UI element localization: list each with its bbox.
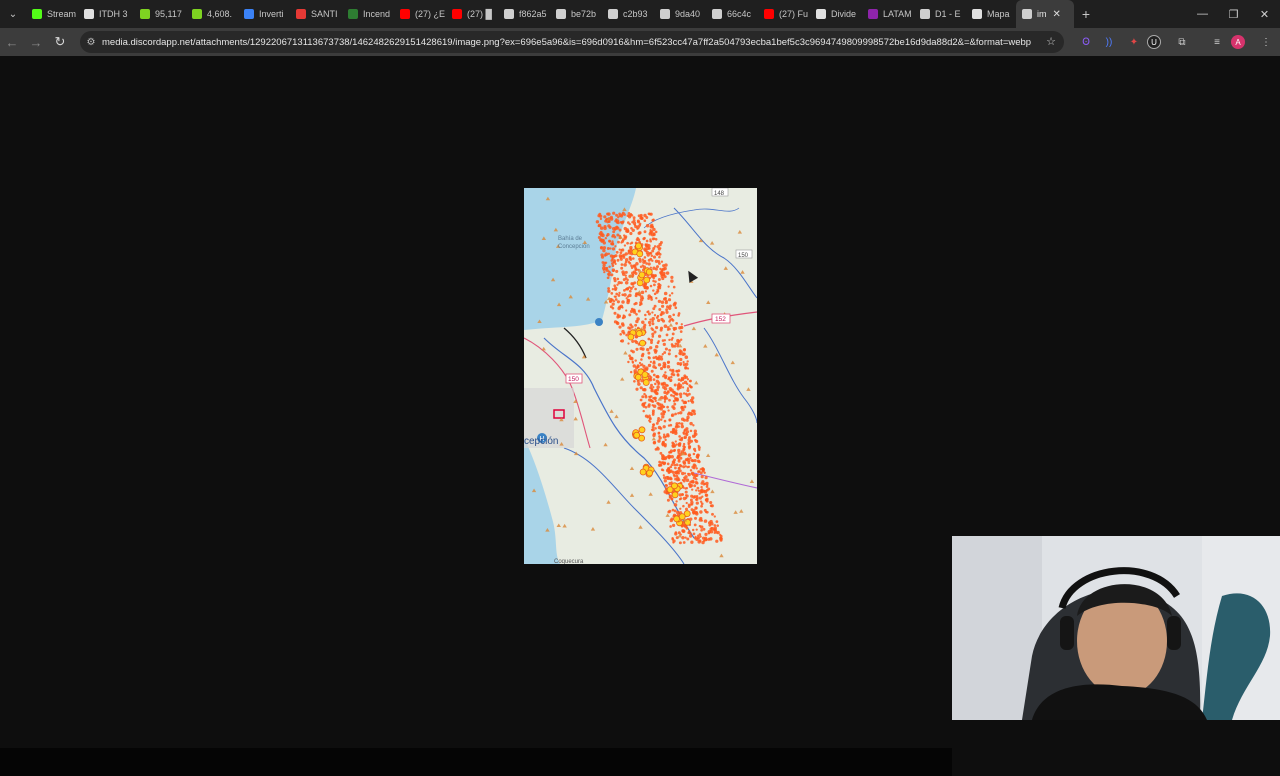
close-tab-icon[interactable]: ✕ bbox=[1053, 9, 1061, 20]
globe-icon bbox=[660, 9, 670, 19]
road-shield-150: 150 bbox=[565, 373, 583, 384]
profile-avatar[interactable]: A bbox=[1231, 35, 1245, 49]
globe-icon bbox=[608, 9, 618, 19]
address-url[interactable]: media.discordapp.net/attachments/1292206… bbox=[102, 37, 1032, 48]
tradingview-icon bbox=[972, 9, 982, 19]
tab-label: D1 - E bbox=[935, 9, 961, 19]
minimize-button[interactable]: — bbox=[1187, 0, 1218, 28]
youtube-icon bbox=[452, 9, 462, 19]
tab-6[interactable]: Incend bbox=[342, 0, 394, 28]
tab-label: 95,117 bbox=[155, 9, 182, 19]
tab-label: (27) █ bbox=[467, 9, 492, 19]
globe-icon bbox=[556, 9, 566, 19]
tab-label: im bbox=[1037, 9, 1047, 19]
tab-label: 9da40 bbox=[675, 9, 701, 19]
tab-8[interactable]: (27) █ bbox=[446, 0, 498, 28]
forward-button[interactable]: → bbox=[24, 30, 48, 54]
road-shield-150b: 150 bbox=[735, 249, 753, 259]
tab-label: Inverti bbox=[259, 9, 284, 19]
globe-icon bbox=[712, 9, 722, 19]
restore-button[interactable]: ❐ bbox=[1218, 0, 1249, 28]
ublock-icon[interactable]: U bbox=[1147, 35, 1161, 49]
svg-text:150: 150 bbox=[568, 376, 579, 383]
tab-list: Stream ITDH 3 95,117 4,608. Inverti SANTI Ince… bbox=[26, 0, 1074, 28]
extension-badge-icon[interactable]: ✦ bbox=[1124, 30, 1144, 54]
tab-label: Stream bbox=[47, 9, 77, 19]
back-button[interactable]: ← bbox=[0, 30, 24, 54]
youtube-icon bbox=[764, 9, 774, 19]
tab-label: (27) Fu bbox=[779, 9, 809, 19]
globe-icon bbox=[1022, 9, 1032, 19]
close-window-button[interactable]: ✕ bbox=[1249, 0, 1280, 28]
tab-label: be72b bbox=[571, 9, 597, 19]
bookmark-star-icon[interactable]: ☆ bbox=[1046, 35, 1056, 48]
tab-2[interactable]: 95,117 bbox=[134, 0, 186, 28]
tab-19[interactable]: im ✕ bbox=[1016, 0, 1074, 28]
coin-icon bbox=[244, 9, 254, 19]
tab-14[interactable]: (27) Fu bbox=[758, 0, 810, 28]
map-canvas: H Bahía de Concepción cepción 152 150 148… bbox=[524, 188, 757, 564]
perplexity-icon[interactable]: Ꙩ bbox=[1076, 30, 1096, 54]
town-label: Coquecura bbox=[554, 559, 584, 564]
reload-button[interactable]: ↻ bbox=[48, 30, 72, 54]
kick-icon bbox=[32, 9, 42, 19]
tab-label: c2b93 bbox=[623, 9, 648, 19]
tab-strip: ⌄ Stream ITDH 3 95,117 4,608. Inverti SANTI In… bbox=[0, 0, 1280, 28]
tab-13[interactable]: 66c4c bbox=[706, 0, 758, 28]
taskbar-strip bbox=[0, 748, 952, 776]
news-icon bbox=[816, 9, 826, 19]
tab-label: (27) ¿E bbox=[415, 9, 446, 19]
window-controls: — ❐ ✕ bbox=[1187, 0, 1280, 28]
media-icon[interactable]: ≡ bbox=[1207, 30, 1227, 54]
road-shield-152: 152 bbox=[711, 313, 731, 324]
svg-text:150: 150 bbox=[738, 253, 749, 259]
globe-icon bbox=[920, 9, 930, 19]
globe-icon bbox=[504, 9, 514, 19]
tab-17[interactable]: D1 - E bbox=[914, 0, 966, 28]
youtube-icon bbox=[400, 9, 410, 19]
tab-5[interactable]: SANTI bbox=[290, 0, 342, 28]
latam-icon bbox=[868, 9, 878, 19]
svg-text:148: 148 bbox=[714, 191, 725, 197]
leaf-icon bbox=[140, 9, 150, 19]
fire-map-image[interactable]: H Bahía de Concepción cepción 152 150 148… bbox=[524, 188, 757, 564]
tab-label: LATAM bbox=[883, 9, 912, 19]
bolt-icon bbox=[296, 9, 306, 19]
tab-label: SANTI bbox=[311, 9, 338, 19]
tab-search-chevron-icon[interactable]: ⌄ bbox=[0, 0, 26, 28]
new-tab-button[interactable]: + bbox=[1074, 6, 1098, 22]
leaf-icon bbox=[192, 9, 202, 19]
tab-16[interactable]: LATAM bbox=[862, 0, 914, 28]
tab-12[interactable]: 9da40 bbox=[654, 0, 706, 28]
tab-3[interactable]: 4,608. bbox=[186, 0, 238, 28]
menu-icon[interactable]: ⋮ bbox=[1256, 30, 1276, 54]
city-label: cepción bbox=[524, 436, 558, 447]
tab-7[interactable]: (27) ¿E bbox=[394, 0, 446, 28]
site-info-icon[interactable]: ⚙ bbox=[80, 37, 102, 48]
tab-1[interactable]: ITDH 3 bbox=[78, 0, 134, 28]
tab-label: 66c4c bbox=[727, 9, 752, 19]
puzzle-icon[interactable]: ⧉ bbox=[1172, 30, 1192, 54]
tab-15[interactable]: Divide bbox=[810, 0, 862, 28]
wave-icon[interactable]: )) bbox=[1099, 30, 1119, 54]
map-icon bbox=[348, 9, 358, 19]
road-shield-148: 148 bbox=[711, 188, 729, 197]
tab-label: Divide bbox=[831, 9, 857, 19]
tab-label: Mapa bbox=[987, 9, 1010, 19]
tab-10[interactable]: be72b bbox=[550, 0, 602, 28]
tab-11[interactable]: c2b93 bbox=[602, 0, 654, 28]
svg-text:152: 152 bbox=[715, 316, 726, 323]
webcam-feed bbox=[952, 536, 1280, 720]
tab-label: f862a5 bbox=[519, 9, 547, 19]
tab-9[interactable]: f862a5 bbox=[498, 0, 550, 28]
tab-label: Incend bbox=[363, 9, 391, 19]
tab-4[interactable]: Inverti bbox=[238, 0, 290, 28]
tab-label: 4,608. bbox=[207, 9, 233, 19]
tab-0[interactable]: Stream bbox=[26, 0, 78, 28]
address-bar[interactable]: ⚙ media.discordapp.net/attachments/12922… bbox=[80, 31, 1064, 53]
tab-label: ITDH 3 bbox=[99, 9, 128, 19]
poi-icon bbox=[595, 318, 603, 326]
tradingview-icon bbox=[84, 9, 94, 19]
tab-18[interactable]: Mapa bbox=[966, 0, 1016, 28]
